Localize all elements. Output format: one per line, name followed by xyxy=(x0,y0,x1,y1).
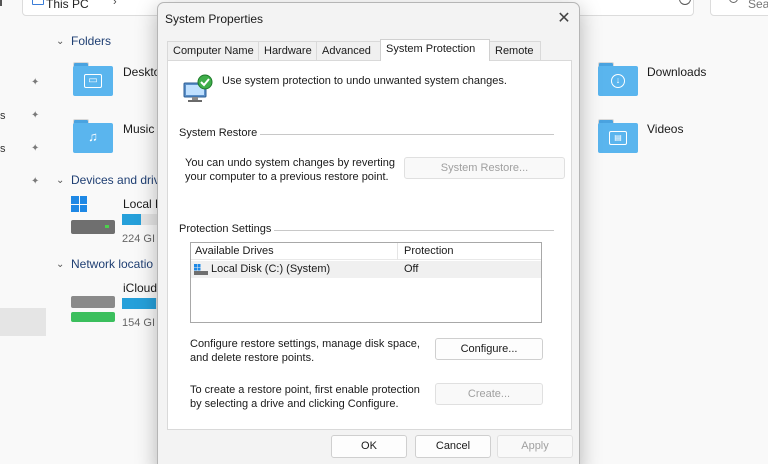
pin-icon: ✦ xyxy=(31,77,40,88)
desc-line: and delete restore points. xyxy=(190,352,315,364)
tab-system-protection[interactable]: System Protection xyxy=(380,39,490,61)
table-row[interactable]: Local Disk (C:) (System) Off xyxy=(191,261,541,278)
sidebar-item-fragment[interactable]: s xyxy=(0,143,6,155)
create-button[interactable]: Create... xyxy=(435,383,543,405)
search-input[interactable]: Sea xyxy=(748,0,768,11)
window-edge xyxy=(0,0,2,6)
section-folders[interactable]: Folders xyxy=(71,34,111,48)
desc-line: Configure restore settings, manage disk … xyxy=(190,338,420,350)
system-restore-button[interactable]: System Restore... xyxy=(404,157,565,179)
local-disk-icon xyxy=(194,264,208,275)
sidebar-item-fragment[interactable]: s xyxy=(0,110,6,122)
chevron-down-icon[interactable]: ⌄ xyxy=(56,36,64,47)
configure-description: Configure restore settings, manage disk … xyxy=(190,337,420,365)
drive-label-icloud[interactable]: iCloud xyxy=(123,281,157,295)
folder-label-desktop[interactable]: Deskto xyxy=(123,65,160,79)
address-text: This PC xyxy=(46,0,89,11)
tab-remote[interactable]: Remote xyxy=(489,41,541,60)
desc-line: To create a restore point, first enable … xyxy=(190,384,420,396)
desktop-folder-icon[interactable]: ▭ xyxy=(73,62,113,96)
folder-label-music[interactable]: Music xyxy=(123,122,154,136)
this-pc-icon xyxy=(32,0,44,5)
system-properties-dialog: System Properties ✕ Computer Name Hardwa… xyxy=(157,2,580,464)
chevron-down-icon[interactable]: ⌄ xyxy=(56,175,64,186)
list-header: Available Drives Protection xyxy=(191,243,541,260)
chevron-down-icon[interactable]: ⌄ xyxy=(56,259,64,270)
section-network[interactable]: Network locatio xyxy=(71,257,153,271)
column-separator[interactable] xyxy=(397,243,398,260)
apply-button[interactable]: Apply xyxy=(497,435,573,458)
drive-free-space: 224 GI xyxy=(122,233,156,245)
protection-settings-heading: Protection Settings xyxy=(179,223,275,235)
system-protection-icon xyxy=(183,74,213,102)
system-restore-heading: System Restore xyxy=(179,127,261,139)
close-icon[interactable]: ✕ xyxy=(552,7,576,31)
desc-line: You can undo system changes by reverting xyxy=(185,157,395,169)
sidebar-selected-item[interactable] xyxy=(0,308,46,336)
column-protection[interactable]: Protection xyxy=(404,245,454,257)
dialog-title: System Properties xyxy=(165,12,264,26)
cancel-button[interactable]: Cancel xyxy=(415,435,491,458)
tab-computer-name[interactable]: Computer Name xyxy=(167,41,259,60)
column-available-drives[interactable]: Available Drives xyxy=(195,245,274,257)
music-folder-icon[interactable]: ♫ xyxy=(73,119,113,153)
icloud-drive-icon[interactable] xyxy=(71,292,115,330)
downloads-folder-icon[interactable]: ↓ xyxy=(598,62,638,96)
tab-advanced[interactable]: Advanced xyxy=(316,41,381,60)
drive-free-space: 154 GI xyxy=(122,317,156,329)
desc-line: your computer to a previous restore poin… xyxy=(185,171,389,183)
section-devices[interactable]: Devices and driv xyxy=(71,173,160,187)
drives-list[interactable]: Available Drives Protection Local Disk (… xyxy=(190,242,542,323)
drive-name: Local Disk (C:) (System) xyxy=(211,263,331,275)
intro-text: Use system protection to undo unwanted s… xyxy=(222,75,507,87)
tab-hardware[interactable]: Hardware xyxy=(258,41,317,60)
desc-line: by selecting a drive and clicking Config… xyxy=(190,398,399,410)
folder-label-downloads[interactable]: Downloads xyxy=(647,65,706,79)
drive-protection-status: Off xyxy=(404,263,419,275)
system-protection-panel: Use system protection to undo unwanted s… xyxy=(167,60,572,430)
pin-icon: ✦ xyxy=(31,176,40,187)
folder-label-videos[interactable]: Videos xyxy=(647,122,683,136)
pin-icon: ✦ xyxy=(31,143,40,154)
videos-folder-icon[interactable]: ▤ xyxy=(598,119,638,153)
chevron-right-icon[interactable]: › xyxy=(113,0,117,8)
ok-button[interactable]: OK xyxy=(331,435,407,458)
pin-icon: ✦ xyxy=(31,110,40,121)
system-restore-description: You can undo system changes by reverting… xyxy=(185,156,395,184)
configure-button[interactable]: Configure... xyxy=(435,338,543,360)
create-description: To create a restore point, first enable … xyxy=(190,383,420,411)
local-disk-icon[interactable] xyxy=(71,196,115,234)
